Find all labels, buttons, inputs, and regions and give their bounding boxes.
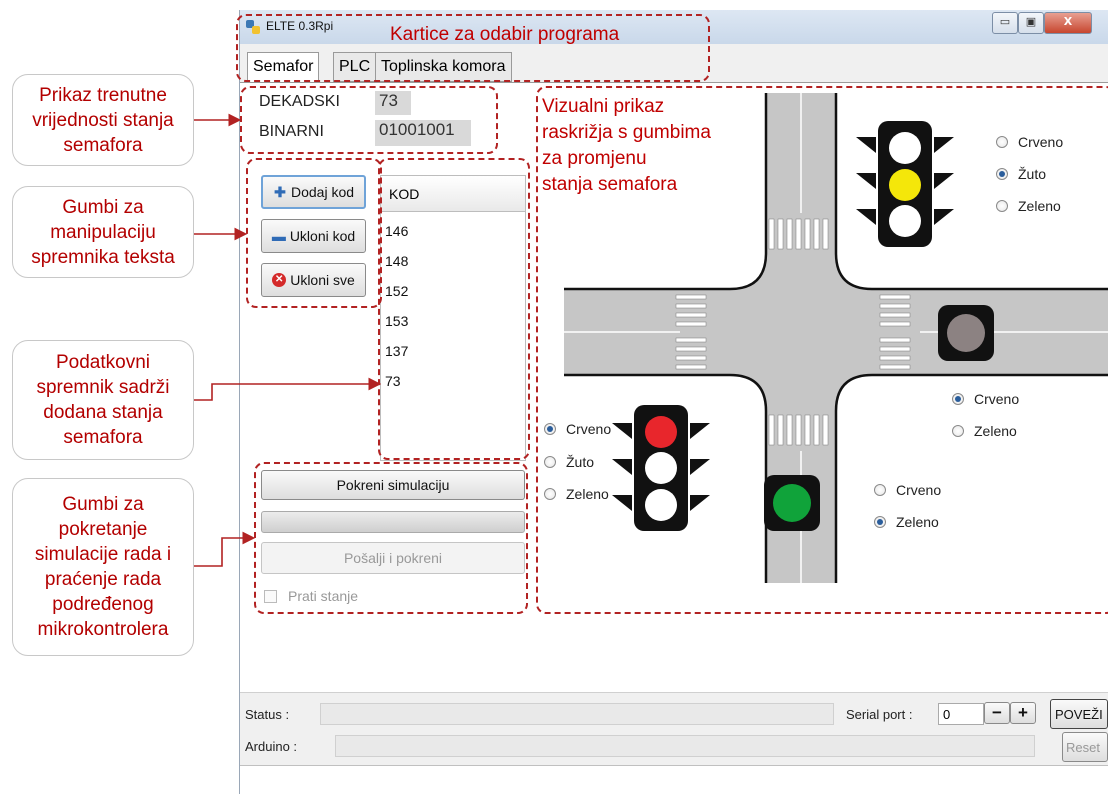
callout-arrows xyxy=(194,113,382,567)
